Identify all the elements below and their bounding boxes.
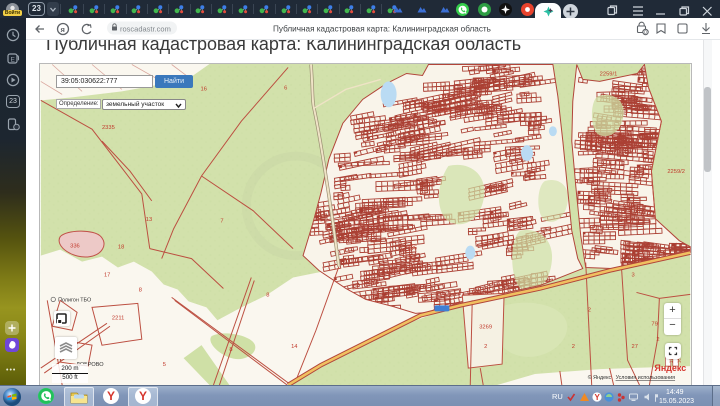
- svg-text:Полигон ТБО: Полигон ТБО: [58, 297, 91, 303]
- svg-text:2: 2: [484, 344, 487, 350]
- svg-text:2: 2: [656, 337, 659, 343]
- svg-text:18: 18: [117, 244, 123, 250]
- svg-text:14: 14: [291, 344, 298, 350]
- svg-text:я: я: [61, 25, 65, 34]
- svg-text:Условия использования: Условия использования: [615, 375, 675, 381]
- svg-text:0: 0: [644, 30, 647, 36]
- svg-text:17: 17: [103, 272, 109, 278]
- svg-text:135: 135: [407, 245, 417, 251]
- svg-text:2259/2: 2259/2: [667, 168, 685, 174]
- svg-text:8: 8: [229, 347, 232, 353]
- svg-text:Y: Y: [595, 393, 601, 402]
- svg-text:2335: 2335: [101, 125, 114, 131]
- svg-text:336: 336: [70, 243, 80, 249]
- svg-text:Публичная кадастровая карта: К: Публичная кадастровая карта: Калининград…: [273, 25, 491, 34]
- svg-text:3269: 3269: [479, 324, 492, 330]
- svg-text:2259/1: 2259/1: [599, 71, 617, 77]
- svg-text:2: 2: [587, 307, 590, 313]
- svg-text:7: 7: [220, 218, 223, 224]
- svg-text:5: 5: [162, 362, 165, 368]
- svg-text:E: E: [11, 57, 16, 64]
- svg-text:615/7: 615/7: [437, 108, 451, 114]
- svg-text:2: 2: [571, 344, 574, 350]
- svg-text:8: 8: [138, 287, 141, 293]
- svg-text:© Яндекс: © Яндекс: [587, 374, 611, 381]
- svg-text:615/7: 615/7: [587, 139, 601, 145]
- svg-text:8: 8: [266, 292, 269, 298]
- svg-text:2211: 2211: [111, 315, 123, 321]
- svg-text:79: 79: [651, 321, 657, 327]
- svg-text:27: 27: [631, 344, 637, 350]
- svg-text:roscadastr.com: roscadastr.com: [120, 25, 171, 34]
- svg-text:6: 6: [284, 85, 287, 91]
- svg-text:3: 3: [631, 272, 634, 278]
- svg-text:13: 13: [145, 216, 151, 222]
- svg-text:16: 16: [200, 86, 206, 92]
